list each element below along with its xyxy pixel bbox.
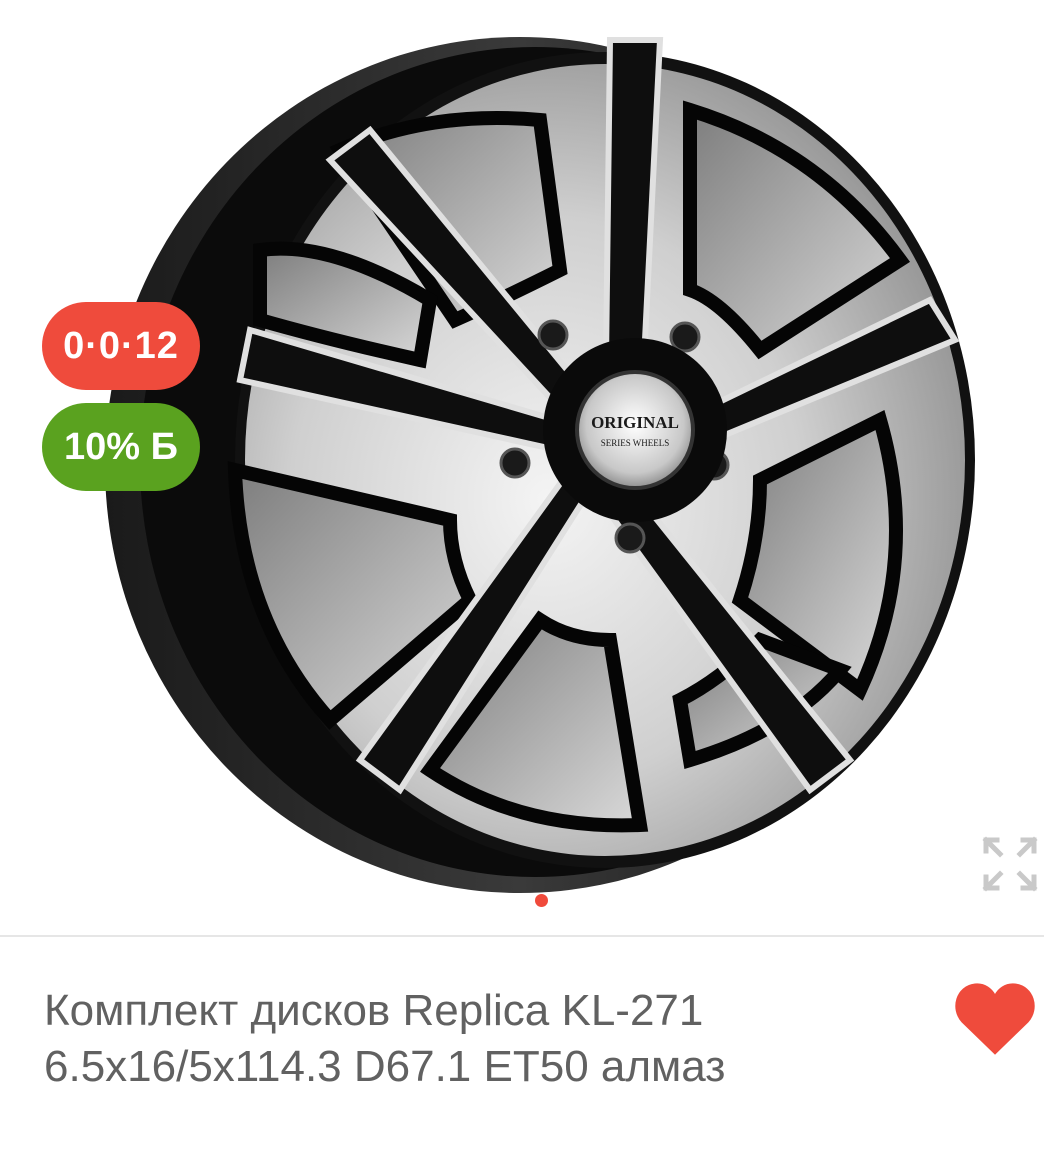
installment-badge[interactable]: 0·0·12 bbox=[42, 302, 200, 390]
favorite-heart-icon[interactable] bbox=[954, 982, 1036, 1056]
expand-arrows-icon[interactable] bbox=[982, 836, 1038, 892]
product-image-gallery[interactable]: ORIGINAL SERIES WHEELS 0·0·12 10% Б bbox=[0, 0, 1044, 935]
pager-dot-active[interactable] bbox=[534, 894, 548, 907]
gallery-pager bbox=[0, 894, 1044, 908]
product-title: Комплект дисков Replica KL-271 6.5x16/5x… bbox=[44, 986, 726, 1091]
hub-cap-logo-subtext: SERIES WHEELS bbox=[601, 438, 670, 448]
hub-cap-logo-text: ORIGINAL bbox=[591, 413, 679, 432]
divider bbox=[0, 935, 1044, 937]
cashback-badge[interactable]: 10% Б bbox=[42, 403, 200, 491]
